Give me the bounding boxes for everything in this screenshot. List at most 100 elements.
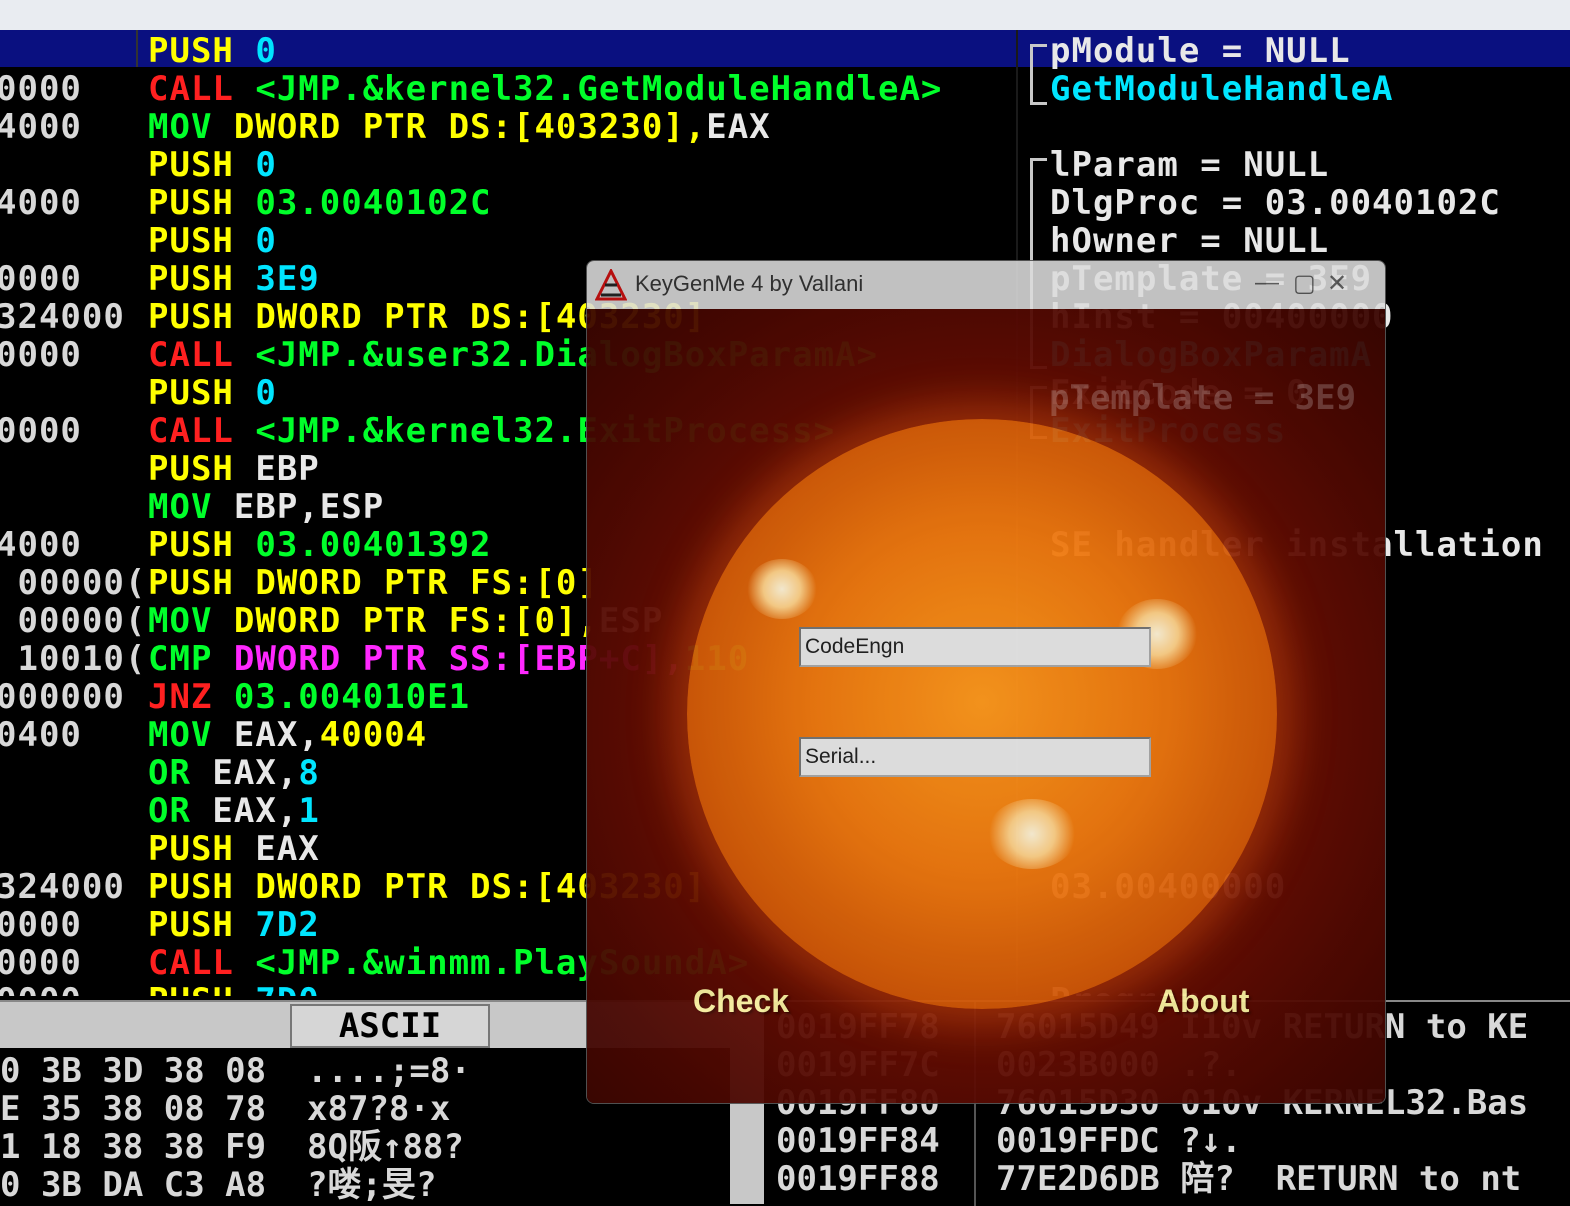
dump-row[interactable]: E 35 38 08 78 x87?8·x bbox=[0, 1090, 450, 1128]
disasm-address[interactable]: 0000 bbox=[0, 982, 82, 996]
disasm-instruction[interactable]: PUSH EBP bbox=[148, 450, 320, 488]
disasm-address[interactable]: 324000 bbox=[0, 298, 125, 336]
instruction-token: PUSH bbox=[148, 905, 256, 945]
disasm-address[interactable]: 10010( bbox=[0, 640, 146, 678]
disasm-address[interactable]: 0000 bbox=[0, 260, 82, 298]
disasm-comment: pModule = NULL bbox=[1050, 31, 1351, 71]
instruction-token: MOV bbox=[148, 601, 234, 641]
about-button[interactable]: About bbox=[1157, 983, 1249, 1020]
disasm-address[interactable]: 0000 bbox=[0, 70, 82, 108]
disasm-address[interactable]: 000000 bbox=[0, 678, 125, 716]
check-button[interactable]: Check bbox=[693, 983, 789, 1020]
instruction-token: 0 bbox=[255, 145, 277, 185]
instruction-token: PUSH bbox=[148, 145, 256, 185]
ghost-disasm-text: pTemplate = 3E9 bbox=[1049, 378, 1357, 418]
disasm-address[interactable]: 324000 bbox=[0, 868, 125, 906]
window-titlebar[interactable]: KeyGenMe 4 by Vallani — ▢ ✕ bbox=[587, 261, 1385, 309]
instruction-token: EAX bbox=[255, 829, 320, 869]
close-button[interactable]: ✕ bbox=[1327, 269, 1347, 298]
maximize-button[interactable]: ▢ bbox=[1293, 269, 1316, 298]
disasm-instruction[interactable]: OR EAX,8 bbox=[148, 754, 320, 792]
instruction-token: 7D0 bbox=[255, 981, 319, 996]
instruction-token: 03.004010E1 bbox=[233, 677, 471, 717]
instruction-token: PUSH bbox=[148, 31, 256, 71]
disasm-instruction[interactable]: PUSH 0 bbox=[148, 222, 277, 260]
disasm-address[interactable]: 00000( bbox=[0, 564, 146, 602]
instruction-token: CALL bbox=[148, 943, 256, 983]
instruction-token: MOV bbox=[148, 487, 234, 527]
disasm-instruction[interactable]: CALL <JMP.&kernel32.GetModuleHandleA> bbox=[148, 70, 942, 108]
instruction-token: 0 bbox=[255, 221, 277, 261]
disasm-instruction[interactable]: PUSH 03.00401392 bbox=[148, 526, 492, 564]
disasm-instruction[interactable]: PUSH 0 bbox=[148, 374, 277, 412]
disasm-instruction[interactable]: PUSH 03.0040102C bbox=[148, 184, 492, 222]
dump-ascii-header[interactable]: ASCII bbox=[290, 1004, 490, 1048]
disasm-instruction[interactable]: PUSH 7D0 bbox=[148, 982, 320, 996]
instruction-token: PUSH bbox=[148, 563, 256, 603]
instruction-token: PUSH bbox=[148, 525, 256, 565]
instruction-token: 0 bbox=[255, 31, 277, 71]
disasm-address[interactable]: 0000 bbox=[0, 906, 82, 944]
stack-address[interactable]: 0019FF88 bbox=[776, 1160, 940, 1198]
instruction-token: PUSH bbox=[148, 183, 256, 223]
instruction-token: PUSH bbox=[148, 221, 256, 261]
dump-row[interactable]: 0 3B DA C3 A8 ?喽;旻? bbox=[0, 1166, 436, 1204]
disasm-address[interactable]: 00000( bbox=[0, 602, 146, 640]
instruction-token: OR bbox=[148, 753, 213, 793]
disasm-address[interactable]: 4000 bbox=[0, 108, 82, 146]
instruction-token: 1 bbox=[298, 791, 320, 831]
instruction-token: EAX, bbox=[212, 791, 299, 831]
instruction-token: 03.0040102C bbox=[255, 183, 492, 223]
solar-flare bbox=[987, 799, 1077, 869]
instruction-token: EAX bbox=[706, 107, 771, 147]
stack-address[interactable]: 0019FF84 bbox=[776, 1122, 940, 1160]
serial-input[interactable]: Serial... bbox=[799, 737, 1151, 777]
window-title: KeyGenMe 4 by Vallani bbox=[635, 271, 864, 296]
disasm-instruction[interactable]: PUSH 3E9 bbox=[148, 260, 320, 298]
disasm-address[interactable]: 4000 bbox=[0, 526, 82, 564]
instruction-token: 7D2 bbox=[255, 905, 320, 945]
keygenme-window[interactable]: KeyGenMe 4 by Vallani — ▢ ✕ pTemplate = … bbox=[586, 260, 1386, 1104]
disasm-address[interactable]: 4000 bbox=[0, 184, 82, 222]
stack-value[interactable]: 77E2D6DB 陪? RETURN to nt bbox=[996, 1160, 1521, 1198]
name-input[interactable]: CodeEngn bbox=[799, 627, 1151, 667]
disasm-instruction[interactable]: MOV DWORD PTR DS:[403230],EAX bbox=[148, 108, 771, 146]
disasm-address[interactable]: 0400 bbox=[0, 716, 82, 754]
instruction-token: DWORD PTR DS:[403230], bbox=[233, 107, 707, 147]
disasm-instruction[interactable]: PUSH DWORD PTR FS:[0] bbox=[148, 564, 599, 602]
disasm-instruction[interactable]: MOV EAX,40004 bbox=[148, 716, 427, 754]
instruction-token: PUSH bbox=[148, 981, 255, 996]
disasm-instruction[interactable]: PUSH 0 bbox=[148, 146, 277, 184]
instruction-token: 3E9 bbox=[255, 259, 320, 299]
disasm-instruction[interactable]: MOV EBP,ESP bbox=[148, 488, 384, 526]
disasm-address[interactable]: 0000 bbox=[0, 336, 82, 374]
stack-value[interactable]: 0019FFDC ?↓. bbox=[996, 1122, 1242, 1160]
disasm-address[interactable]: 0000 bbox=[0, 944, 82, 982]
disasm-comment: GetModuleHandleA bbox=[1050, 69, 1394, 109]
disasm-instruction[interactable]: PUSH 7D2 bbox=[148, 906, 320, 944]
instruction-token: 03.00401392 bbox=[255, 525, 492, 565]
disasm-comment: DlgProc = 03.0040102C bbox=[1050, 183, 1501, 223]
disasm-address[interactable]: 0000 bbox=[0, 412, 82, 450]
disasm-instruction[interactable]: JNZ 03.004010E1 bbox=[148, 678, 470, 716]
instruction-token: CALL bbox=[148, 411, 256, 451]
solar-flare bbox=[747, 559, 817, 619]
disasm-instruction[interactable]: OR EAX,1 bbox=[148, 792, 320, 830]
arg-bracket bbox=[1030, 44, 1047, 87]
dump-row[interactable]: 0 3B 3D 38 08 ....;=8· bbox=[0, 1052, 471, 1090]
instruction-token: OR bbox=[148, 791, 213, 831]
instruction-token: DWORD PTR FS:[0] bbox=[255, 563, 599, 603]
minimize-button[interactable]: — bbox=[1255, 269, 1279, 297]
disasm-instruction[interactable]: PUSH EAX bbox=[148, 830, 320, 868]
instruction-token: JNZ bbox=[148, 677, 234, 717]
dump-row[interactable]: 1 18 38 38 F9 8Q阪↑88? bbox=[0, 1128, 464, 1166]
instruction-token: EAX, bbox=[233, 715, 320, 755]
instruction-token: DWORD PTR FS:[0], bbox=[233, 601, 599, 641]
instruction-token: EBP,ESP bbox=[233, 487, 385, 527]
instruction-token: PUSH bbox=[148, 867, 256, 907]
instruction-token: CALL bbox=[148, 69, 256, 109]
instruction-token: <JMP.&kernel32.GetModuleHandleA> bbox=[255, 69, 943, 109]
app-logo-icon bbox=[595, 269, 627, 301]
disasm-instruction[interactable]: PUSH 0 bbox=[148, 32, 277, 70]
instruction-token: MOV bbox=[148, 107, 234, 147]
